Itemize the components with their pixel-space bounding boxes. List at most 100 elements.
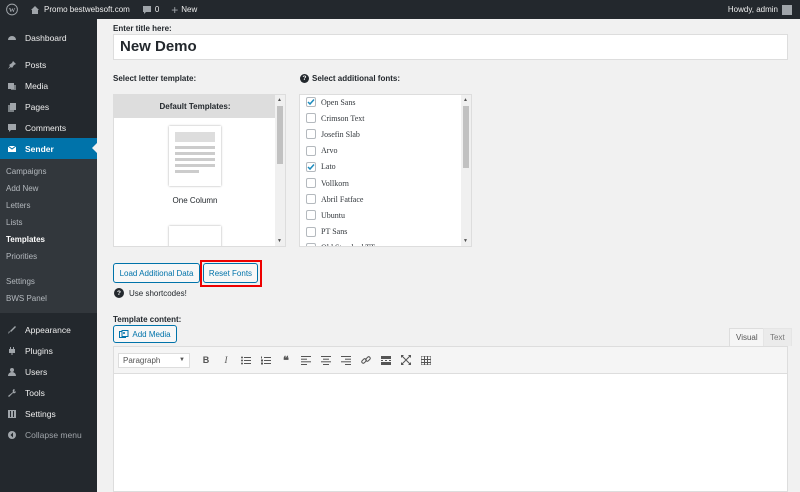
scroll-up-arrow-icon[interactable]: ▲ — [463, 97, 468, 103]
font-option[interactable]: Josefin Slab — [306, 128, 360, 140]
align-left-icon[interactable] — [296, 353, 316, 368]
comments-count: 0 — [154, 5, 160, 14]
font-option[interactable]: Arvo — [306, 145, 337, 157]
checkbox[interactable] — [306, 129, 316, 140]
add-media-icon — [119, 329, 129, 339]
template-thumbnail-one-column[interactable] — [169, 126, 221, 186]
checkbox[interactable] — [306, 194, 316, 205]
tab-text[interactable]: Text — [763, 328, 792, 346]
new-content-link[interactable]: + New — [165, 0, 203, 19]
shortcodes-hint: ? Use shortcodes! — [114, 288, 187, 298]
submenu-letters[interactable]: Letters — [0, 197, 97, 214]
link-icon[interactable] — [356, 353, 376, 368]
scroll-down-arrow-icon[interactable]: ▼ — [463, 238, 468, 244]
menu-label: Pages — [25, 101, 50, 112]
content-editor[interactable]: Paragraph ▼ B I ❝ — [113, 346, 788, 492]
site-name-link[interactable]: Promo bestwebsoft.com — [24, 0, 136, 19]
menu-pages[interactable]: Pages — [0, 96, 97, 117]
home-icon — [31, 5, 39, 14]
menu-label: Posts — [25, 59, 47, 70]
numbered-list-icon[interactable] — [256, 353, 276, 368]
menu-tools[interactable]: Tools — [0, 382, 97, 403]
title-input[interactable]: New Demo — [113, 34, 788, 60]
menu-label: Appearance — [25, 324, 71, 335]
blockquote-icon[interactable]: ❝ — [276, 353, 296, 368]
submenu-campaigns[interactable]: Campaigns — [0, 163, 97, 180]
font-option[interactable]: Vollkorn — [306, 177, 349, 189]
add-media-button[interactable]: Add Media — [113, 325, 177, 343]
font-name: Crimson Text — [321, 113, 365, 123]
menu-settings[interactable]: Settings — [0, 403, 97, 424]
font-option[interactable]: Lato — [306, 161, 336, 173]
submenu-priorities[interactable]: Priorities — [0, 248, 97, 265]
pin-icon — [6, 59, 17, 70]
menu-sender[interactable]: Sender — [0, 138, 97, 159]
align-right-icon[interactable] — [336, 353, 356, 368]
scroll-thumb[interactable] — [463, 106, 469, 168]
checkbox[interactable] — [306, 242, 316, 246]
template-thumbnail[interactable] — [169, 226, 221, 246]
mail-icon — [6, 143, 17, 154]
checkbox[interactable] — [306, 113, 316, 124]
comment-bubble-icon — [142, 5, 151, 14]
admin-sidebar: Dashboard Posts Media Pages Comments Sen… — [0, 19, 97, 492]
italic-icon[interactable]: I — [216, 353, 236, 368]
pages-icon — [6, 101, 17, 112]
menu-users[interactable]: Users — [0, 361, 97, 382]
account-greeting[interactable]: Howdy, admin — [722, 0, 800, 19]
font-option[interactable]: PT Sans — [306, 226, 347, 238]
template-caption[interactable]: One Column — [114, 196, 276, 205]
menu-label: Users — [25, 366, 48, 377]
template-selector: Default Templates: One Column ▲ ▼ — [113, 94, 286, 247]
template-scrollbar[interactable]: ▲ ▼ — [275, 95, 285, 246]
checkmark-icon — [307, 163, 315, 170]
bold-icon[interactable]: B — [196, 353, 216, 368]
submenu-add-new[interactable]: Add New — [0, 180, 97, 197]
scroll-down-arrow-icon[interactable]: ▼ — [277, 238, 282, 244]
font-option[interactable]: Ubuntu — [306, 209, 345, 221]
help-icon[interactable]: ? — [114, 288, 124, 298]
tab-visual[interactable]: Visual — [729, 328, 765, 346]
menu-label: Media — [25, 80, 49, 91]
collapse-icon — [6, 429, 17, 440]
bullet-list-icon[interactable] — [236, 353, 256, 368]
checkbox-checked[interactable] — [306, 161, 316, 172]
submenu-templates[interactable]: Templates — [0, 231, 97, 248]
fonts-scrollbar[interactable]: ▲ ▼ — [461, 95, 471, 246]
menu-plugins[interactable]: Plugins — [0, 340, 97, 361]
menu-comments[interactable]: Comments — [0, 117, 97, 138]
font-option[interactable]: Old Standard TT — [306, 242, 375, 246]
template-label: Select letter template: — [113, 74, 197, 83]
menu-appearance[interactable]: Appearance — [0, 319, 97, 340]
help-icon[interactable]: ? — [300, 74, 309, 83]
checkbox[interactable] — [306, 210, 316, 221]
scroll-thumb[interactable] — [277, 106, 283, 164]
load-additional-data-button[interactable]: Load Additional Data — [113, 263, 200, 283]
menu-label: Comments — [25, 122, 67, 133]
read-more-icon[interactable] — [376, 353, 396, 368]
comments-link[interactable]: 0 — [136, 0, 165, 19]
menu-posts[interactable]: Posts — [0, 54, 97, 75]
font-option[interactable]: Crimson Text — [306, 112, 365, 124]
menu-label: Sender — [25, 143, 54, 154]
submenu-settings[interactable]: Settings — [0, 273, 97, 290]
checkbox[interactable] — [306, 178, 316, 188]
align-center-icon[interactable] — [316, 353, 336, 368]
menu-media[interactable]: Media — [0, 75, 97, 96]
fullscreen-icon[interactable] — [396, 353, 416, 368]
menu-dashboard[interactable]: Dashboard — [0, 27, 97, 48]
checkbox[interactable] — [306, 226, 316, 237]
chevron-down-icon: ▼ — [179, 357, 185, 363]
checkbox-checked[interactable] — [306, 97, 316, 107]
wordpress-logo-icon[interactable]: W — [0, 0, 24, 19]
submenu-lists[interactable]: Lists — [0, 214, 97, 231]
toolbar-toggle-icon[interactable] — [416, 353, 436, 368]
scroll-up-arrow-icon[interactable]: ▲ — [277, 97, 282, 103]
font-option[interactable]: Abril Fatface — [306, 193, 363, 205]
checkbox[interactable] — [306, 145, 316, 156]
submenu-bws-panel[interactable]: BWS Panel — [0, 290, 97, 307]
format-select[interactable]: Paragraph ▼ — [118, 352, 190, 368]
collapse-menu-button[interactable]: Collapse menu — [0, 424, 97, 445]
font-option[interactable]: Open Sans — [306, 96, 355, 108]
font-name: PT Sans — [321, 227, 348, 237]
